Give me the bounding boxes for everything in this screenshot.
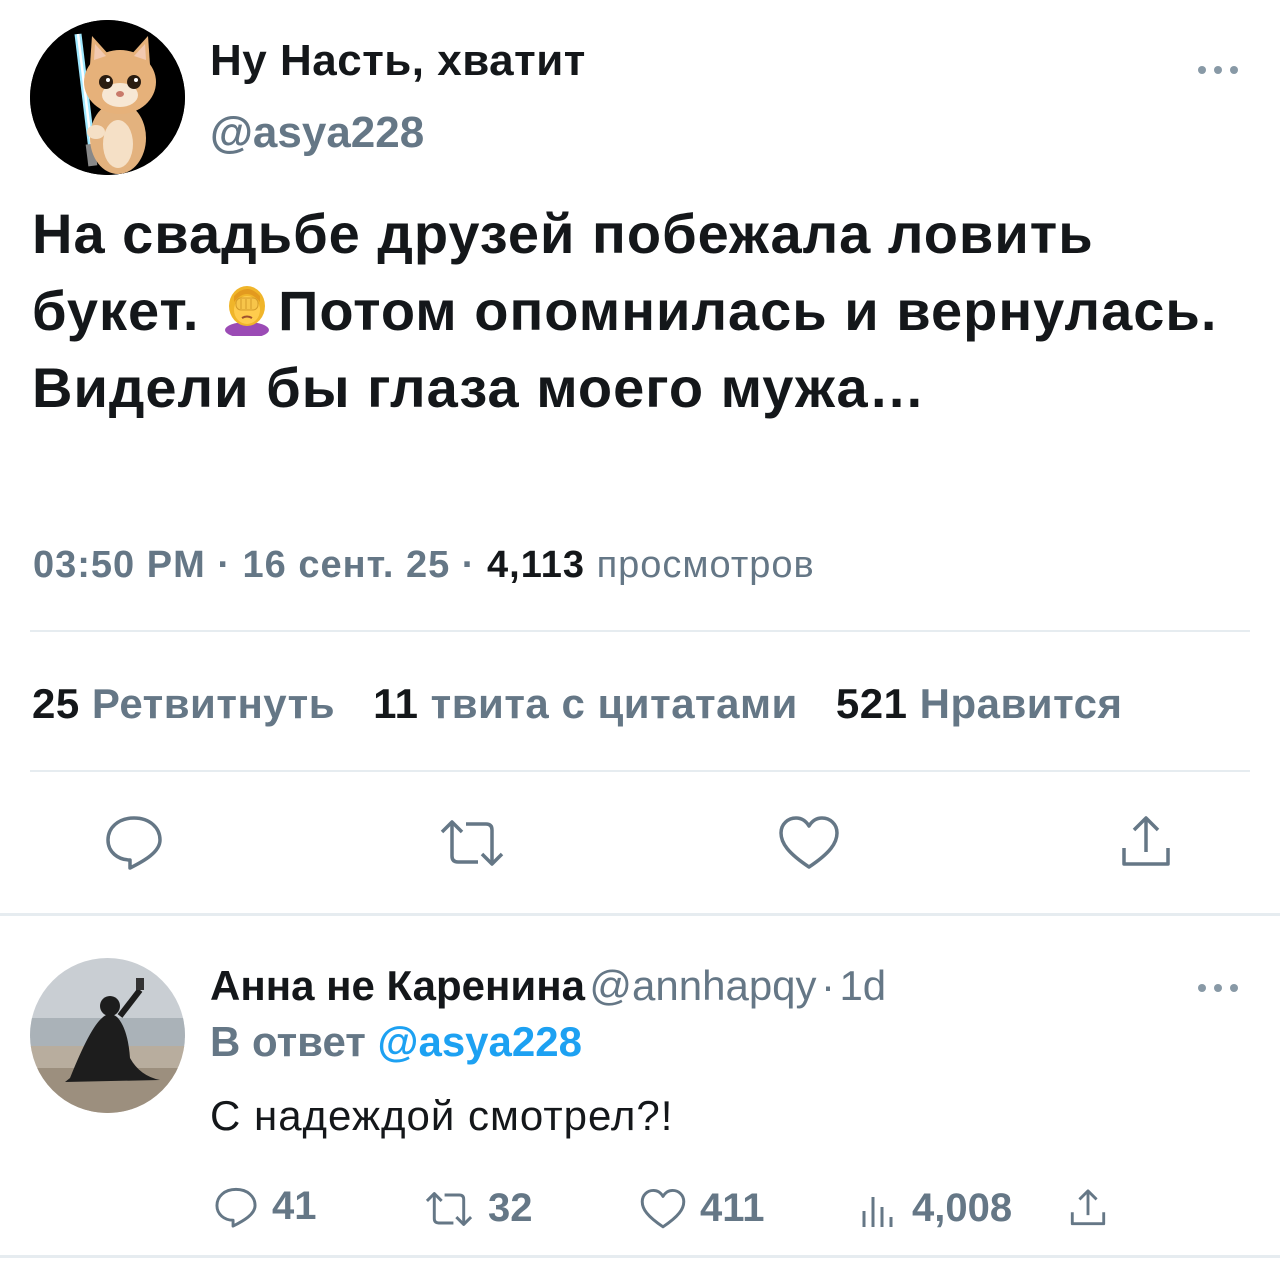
dot-icon [1230,66,1238,74]
retweets-label: Ретвитнуть [91,680,336,727]
reply-more-options-button[interactable] [1198,978,1238,998]
like-button[interactable] [778,815,840,871]
likes-label: Нравится [919,680,1123,727]
reply-views-count: 4,008 [912,1186,1013,1230]
views-label: просмотров [596,544,815,586]
reply-to-mention[interactable]: @asya228 [378,1018,582,1065]
reply-reply-button[interactable]: 41 [214,1184,317,1229]
reply-button[interactable] [104,814,164,870]
retweets-stat[interactable]: 25 Ретвитнуть [32,680,335,727]
reply-likes-count: 411 [700,1186,765,1230]
more-options-button[interactable] [1198,60,1238,80]
reply-separator: · [821,962,835,1009]
reply-handle[interactable]: @annhapqy [589,962,816,1009]
quotes-stat[interactable]: 11 твита с цитатами [373,680,798,727]
heart-icon [640,1188,686,1228]
dot-icon [1214,66,1222,74]
author-display-name[interactable]: Ну Насть, хватит [210,36,586,86]
retweet-icon [425,1191,473,1226]
reply-icon [215,1187,257,1228]
reply-text: С надеждой смотрел?! [210,1092,674,1139]
heart-icon [779,816,839,869]
reply-header: Анна не Каренина @annhapqy · 1d [210,962,886,1010]
meta-separator: · [461,544,476,586]
dot-icon [1214,984,1222,992]
retweet-button[interactable] [438,818,506,868]
likes-stat[interactable]: 521 Нравится [836,680,1123,727]
share-button[interactable] [1118,814,1174,870]
dot-icon [1198,984,1206,992]
reply-views-button[interactable]: 4,008 [858,1186,1012,1231]
divider [30,770,1250,772]
dot-icon [1230,984,1238,992]
reply-retweet-button[interactable]: 32 [424,1186,533,1231]
retweet-icon [440,820,504,866]
meta-separator: · [217,544,231,586]
tweet-time[interactable]: 03:50 PM [33,544,206,586]
reply-replies-count: 41 [272,1184,317,1228]
tweet-meta: 03:50 PM · 16 сент. 25 · 4,113 просмотро… [33,544,815,587]
reply-retweets-count: 32 [488,1186,533,1230]
reply-icon [106,816,162,870]
reply-author-avatar[interactable] [30,958,185,1113]
reply-share-button[interactable] [1068,1188,1108,1228]
quotes-count: 11 [373,680,419,727]
share-icon [1070,1189,1106,1226]
likes-count: 521 [835,680,908,727]
bottom-divider [0,1255,1280,1258]
share-icon [1122,816,1170,866]
reply-to-label: В ответ [210,1018,366,1065]
dot-icon [1198,66,1206,74]
author-handle[interactable]: @asya228 [210,108,424,158]
reply-to-line: В ответ @asya228 [210,1018,582,1066]
tweet-date[interactable]: 16 сент. 25 [243,544,451,586]
views-chart-icon [862,1196,893,1227]
woman-facepalming-icon [220,278,274,338]
reply-display-name[interactable]: Анна не Каренина [210,962,585,1009]
reply-time[interactable]: 1d [839,962,886,1009]
section-divider [0,913,1280,916]
engagement-stats: 25 Ретвитнуть 11 твита с цитатами 521 Нрав… [32,680,1123,728]
author-avatar[interactable] [30,20,185,175]
tweet-text: На свадьбе друзей побежала ловить букет.… [32,195,1257,426]
quotes-label: твита с цитатами [430,680,798,727]
divider [30,630,1250,632]
reply-like-button[interactable]: 411 [640,1186,765,1231]
views-count: 4,113 [487,544,586,586]
retweets-count: 25 [32,680,80,727]
